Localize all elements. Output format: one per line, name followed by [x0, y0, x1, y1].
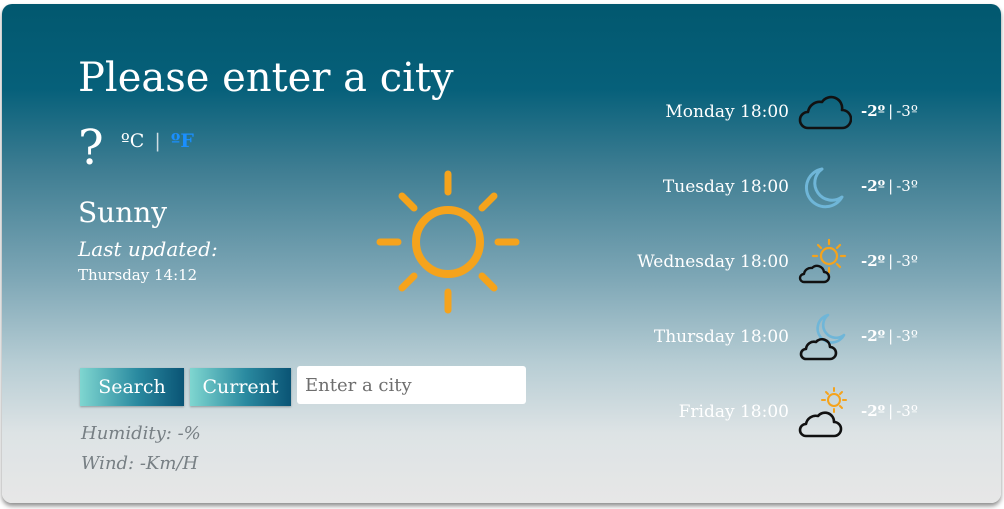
unit-separator: | [154, 130, 161, 152]
moon-icon [804, 167, 844, 209]
current-condition: Sunny [78, 196, 168, 229]
celsius-toggle[interactable]: ºC [121, 130, 144, 152]
search-button[interactable]: Search [80, 368, 184, 406]
forecast-separator: | [888, 402, 894, 420]
forecast-separator: | [888, 102, 894, 120]
forecast-min: -3º [896, 177, 918, 195]
forecast-day: Wednesday 18:00 [637, 252, 789, 272]
forecast-row-monday: Monday 18:00 -2º | -3º [602, 80, 982, 140]
forecast-max: -2º [861, 177, 886, 195]
sun-cloud-icon [798, 387, 847, 438]
forecast-separator: | [888, 327, 894, 345]
forecast-temps: -2º | -3º [861, 327, 918, 345]
wind-readout: Wind: -Km/H [81, 453, 199, 474]
forecast-row-tuesday: Tuesday 18:00 -2º | -3º [602, 155, 982, 215]
forecast-temps: -2º | -3º [861, 402, 918, 420]
forecast-max: -2º [861, 402, 886, 420]
forecast-temps: -2º | -3º [861, 252, 918, 270]
current-temperature-row: ? ºC | ºF [78, 124, 194, 172]
forecast-row-wednesday: Wednesday 18:00 -2º | -3º [602, 230, 982, 290]
current-location-button[interactable]: Current [190, 368, 291, 406]
forecast-min: -3º [896, 102, 918, 120]
forecast-max: -2º [861, 327, 886, 345]
forecast-separator: | [888, 177, 894, 195]
sun-cloud-icon [798, 238, 847, 284]
forecast-day: Tuesday 18:00 [662, 177, 789, 197]
forecast-temps: -2º | -3º [861, 102, 918, 120]
forecast-day: Friday 18:00 [678, 402, 789, 422]
sun-icon [376, 170, 520, 314]
forecast-max: -2º [861, 252, 886, 270]
weather-card: Please enter a city ? ºC | ºF Sunny Last… [2, 4, 1001, 503]
humidity-readout: Humidity: -% [81, 423, 201, 444]
page-title: Please enter a city [78, 55, 454, 101]
moon-cloud-icon [799, 313, 846, 361]
current-temperature: ? [78, 120, 104, 176]
forecast-row-thursday: Thursday 18:00 -2º | -3º [602, 305, 982, 365]
forecast-day: Thursday 18:00 [653, 327, 789, 347]
forecast-min: -3º [896, 252, 918, 270]
forecast-temps: -2º | -3º [861, 177, 918, 195]
last-updated-label: Last updated: [78, 237, 218, 261]
forecast-min: -3º [896, 402, 918, 420]
unit-switcher: ºC | ºF [121, 130, 194, 152]
forecast-separator: | [888, 252, 894, 270]
forecast-min: -3º [896, 327, 918, 345]
fahrenheit-toggle[interactable]: ºF [171, 130, 194, 152]
last-updated-time: Thursday 14:12 [78, 266, 198, 284]
city-search-input[interactable] [297, 366, 526, 404]
forecast-row-friday: Friday 18:00 -2º | -3º [602, 380, 982, 440]
forecast-max: -2º [861, 102, 886, 120]
forecast-day: Monday 18:00 [665, 102, 789, 122]
cloud-icon [798, 95, 852, 130]
